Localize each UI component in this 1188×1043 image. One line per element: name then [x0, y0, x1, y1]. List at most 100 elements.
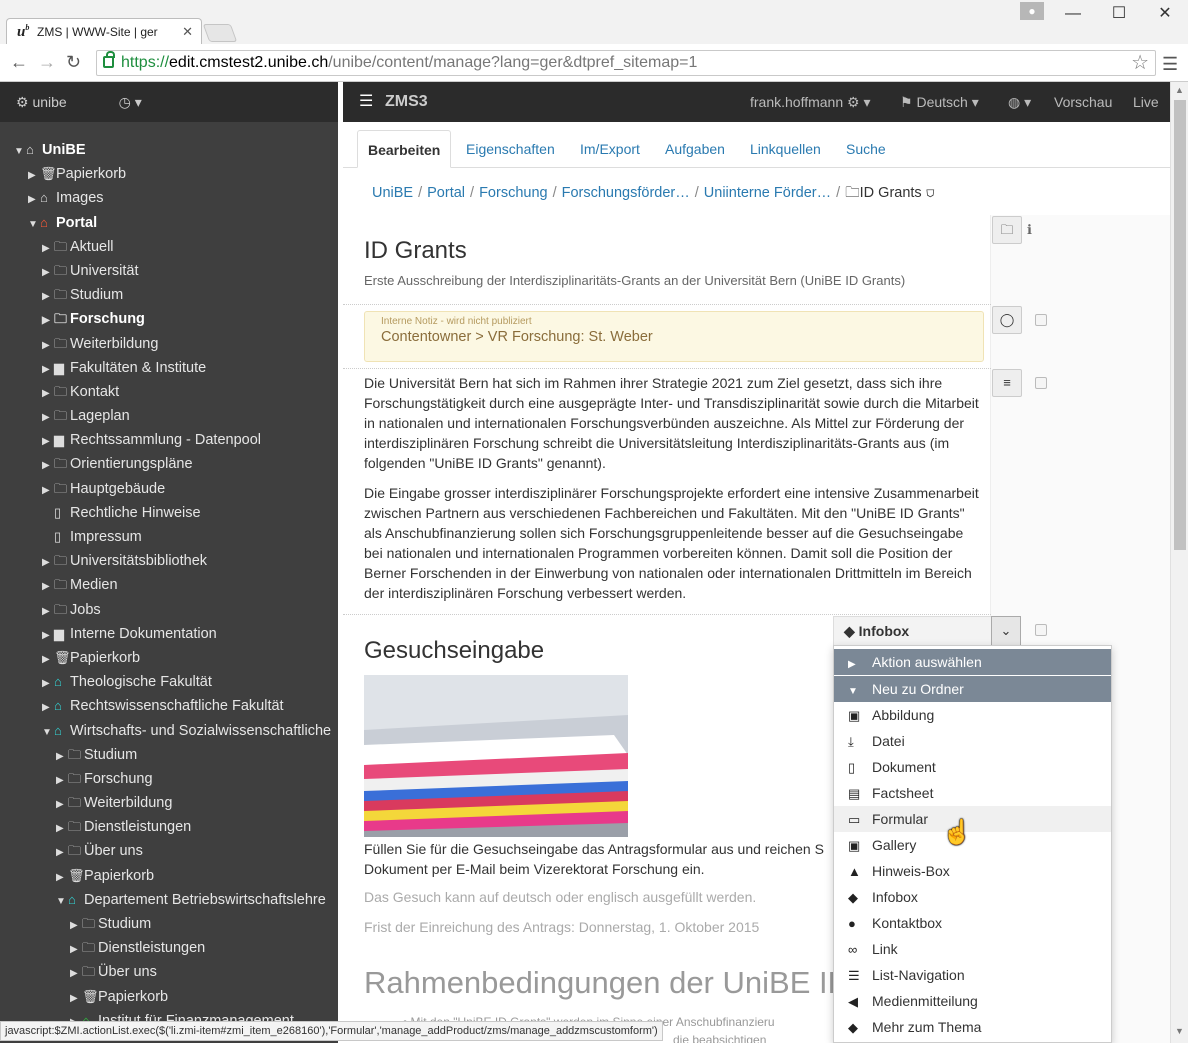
tree-item[interactable]: ▶ ⌂ Images	[0, 186, 338, 210]
select-checkbox[interactable]	[1035, 624, 1047, 636]
tree-item[interactable]: ▶ 🗀 Weiterbildung	[0, 791, 338, 815]
dropdown-item[interactable]: ◀ Medienmitteilung	[834, 988, 1111, 1014]
forward-icon[interactable]: →	[38, 52, 56, 73]
caret-right-icon[interactable]: ▶	[42, 382, 54, 406]
select-checkbox[interactable]	[1035, 314, 1047, 326]
vertical-scrollbar[interactable]: ▲ ▼	[1170, 82, 1188, 1043]
tree-item[interactable]: ▶ 🗑Papierkorb	[0, 162, 338, 186]
tree-item[interactable]: ▶ ⌂ Rechtswissenschaftliche Fakultät	[0, 694, 338, 718]
tree-item[interactable]: ▶ 🗀 Kontakt	[0, 380, 338, 404]
minimize-button[interactable]: —	[1050, 0, 1096, 28]
language-menu[interactable]: ⚑ Deutsch ▾	[900, 82, 979, 122]
caret-down-icon[interactable]: ▼	[56, 890, 68, 914]
caret-right-icon[interactable]: ▶	[56, 769, 68, 793]
scroll-up-icon[interactable]: ▲	[1175, 85, 1184, 95]
bookmark-icon[interactable]: ⛉	[926, 185, 935, 201]
caret-right-icon[interactable]: ▶	[56, 866, 68, 890]
tree-item[interactable]: ▶ 🗀 Studium	[0, 912, 338, 936]
tree-item[interactable]: ▶ ⌂ Theologische Fakultät	[0, 670, 338, 694]
maximize-button[interactable]: ☐	[1096, 0, 1142, 28]
info-icon[interactable]: ℹ	[1027, 222, 1032, 238]
folder-button[interactable]: 🗀	[992, 216, 1022, 244]
documents-photo[interactable]	[364, 675, 628, 837]
breadcrumb-item[interactable]: Forschungsförder…	[562, 185, 690, 201]
select-checkbox[interactable]	[1035, 377, 1047, 389]
paragraph[interactable]: Die Eingabe grosser interdisziplinärer F…	[364, 483, 984, 603]
scroll-down-icon[interactable]: ▼	[1175, 1026, 1184, 1036]
dropdown-item[interactable]: ⤓ Datei	[834, 728, 1111, 754]
new-in-folder-header[interactable]: ▼ Neu zu Ordner	[834, 676, 1111, 702]
history-dropdown-icon[interactable]: ◷ ▾	[119, 94, 142, 110]
breadcrumb-item[interactable]: UniBE	[372, 185, 413, 201]
tree-item[interactable]: ▶ 🗑Papierkorb	[0, 646, 338, 670]
dropdown-item[interactable]: ▤ Factsheet	[834, 780, 1111, 806]
address-bar[interactable]: https://edit.cmstest2.unibe.ch/unibe/con…	[96, 50, 1156, 76]
user-profile-icon[interactable]: ●	[1020, 2, 1044, 20]
preview-link[interactable]: Vorschau	[1054, 82, 1112, 122]
caret-right-icon[interactable]: ▶	[42, 600, 54, 624]
tree-item[interactable]: ▶ 🗑Papierkorb	[0, 864, 338, 888]
internal-note[interactable]: Interne Notiz - wird nicht publiziert Co…	[364, 311, 984, 362]
tree-item[interactable]: ▶ 🗀 Forschung	[0, 307, 338, 331]
tree-item[interactable]: ▼ ⌂ Portal	[0, 211, 338, 235]
dropdown-item[interactable]: ▣ Abbildung	[834, 702, 1111, 728]
caret-right-icon[interactable]: ▶	[42, 430, 54, 454]
tree-item[interactable]: ▶ 🗀 Studium	[0, 283, 338, 307]
tree-item[interactable]: ▶ 🗀 Lageplan	[0, 404, 338, 428]
tab-import-export[interactable]: Im/Export	[570, 130, 650, 168]
dropdown-item[interactable]: ▣ Gallery	[834, 832, 1111, 858]
tab-suche[interactable]: Suche	[836, 130, 896, 168]
caret-right-icon[interactable]: ▶	[42, 648, 54, 672]
menu-toggle-icon[interactable]: ☰	[359, 82, 373, 122]
tree-item[interactable]: ▶ ▆ Rechtssammlung - Datenpool	[0, 428, 338, 452]
tree-item[interactable]: ▶ 🗀 Hauptgebäude	[0, 477, 338, 501]
dropdown-item[interactable]: ☰ List-Navigation	[834, 962, 1111, 988]
caret-down-icon[interactable]: ▼	[14, 140, 26, 164]
caret-right-icon[interactable]: ▶	[42, 334, 54, 358]
tab-aufgaben[interactable]: Aufgaben	[655, 130, 735, 168]
caret-right-icon[interactable]: ▶	[70, 987, 82, 1011]
caret-right-icon[interactable]: ▶	[56, 841, 68, 865]
dropdown-item[interactable]: ● Kontaktbox	[834, 910, 1111, 936]
tree-item[interactable]: ▼ ⌂ UniBE	[0, 138, 338, 162]
user-menu[interactable]: frank.hoffmann ⚙ ▾	[750, 82, 871, 122]
breadcrumb-item[interactable]: Uniinterne Förder…	[704, 185, 831, 201]
tree-item[interactable]: ▯ Rechtliche Hinweise	[0, 501, 338, 525]
tree-item[interactable]: ▶ 🗀 Dienstleistungen	[0, 936, 338, 960]
tree-item[interactable]: ▶ 🗑Papierkorb	[0, 985, 338, 1009]
tab-eigenschaften[interactable]: Eigenschaften	[456, 130, 565, 168]
chrome-menu-icon[interactable]: ☰	[1162, 54, 1178, 75]
caret-right-icon[interactable]: ▶	[42, 696, 54, 720]
caret-right-icon[interactable]: ▶	[28, 188, 40, 212]
caret-right-icon[interactable]: ▶	[42, 479, 54, 503]
action-select-header[interactable]: ▶ Aktion auswählen	[834, 649, 1111, 675]
back-icon[interactable]: ←	[10, 52, 28, 73]
caret-right-icon[interactable]: ▶	[70, 962, 82, 986]
tree-item[interactable]: ▶ ▆ Fakultäten & Institute	[0, 356, 338, 380]
caret-down-icon[interactable]: ▼	[42, 721, 54, 745]
tree-item[interactable]: ▯ Impressum	[0, 525, 338, 549]
caret-right-icon[interactable]: ▶	[42, 672, 54, 696]
tree-item[interactable]: ▶ 🗀 Medien	[0, 573, 338, 597]
dropdown-item[interactable]: ▭ Formular	[834, 806, 1111, 832]
caret-right-icon[interactable]: ▶	[70, 914, 82, 938]
caret-right-icon[interactable]: ▶	[42, 551, 54, 575]
dropdown-item[interactable]: ◆ Mehr zum Thema	[834, 1014, 1111, 1040]
caret-right-icon[interactable]: ▶	[42, 261, 54, 285]
caret-right-icon[interactable]: ▶	[42, 624, 54, 648]
caret-right-icon[interactable]: ▶	[70, 938, 82, 962]
brand[interactable]: ZMS3	[385, 82, 428, 122]
caret-right-icon[interactable]: ▶	[56, 817, 68, 841]
chevron-down-icon[interactable]: ⌄	[991, 616, 1021, 646]
tree-item[interactable]: ▼ ⌂ Departement Betriebswirtschaftslehre	[0, 888, 338, 912]
tree-item[interactable]: ▶ 🗀 Dienstleistungen	[0, 815, 338, 839]
bookmark-star-icon[interactable]: ☆	[1131, 51, 1149, 75]
tree-item[interactable]: ▶ 🗀 Weiterbildung	[0, 332, 338, 356]
paragraph[interactable]: Die Universität Bern hat sich im Rahmen …	[364, 373, 984, 473]
site-selector[interactable]: ⚙ unibe	[16, 94, 91, 110]
tree-item[interactable]: ▶ 🗀 Über uns	[0, 960, 338, 984]
dropdown-item[interactable]: ▯ Dokument	[834, 754, 1111, 780]
tree-item[interactable]: ▶ 🗀 Jobs	[0, 598, 338, 622]
live-link[interactable]: Live	[1133, 82, 1159, 122]
caret-right-icon[interactable]: ▶	[42, 575, 54, 599]
